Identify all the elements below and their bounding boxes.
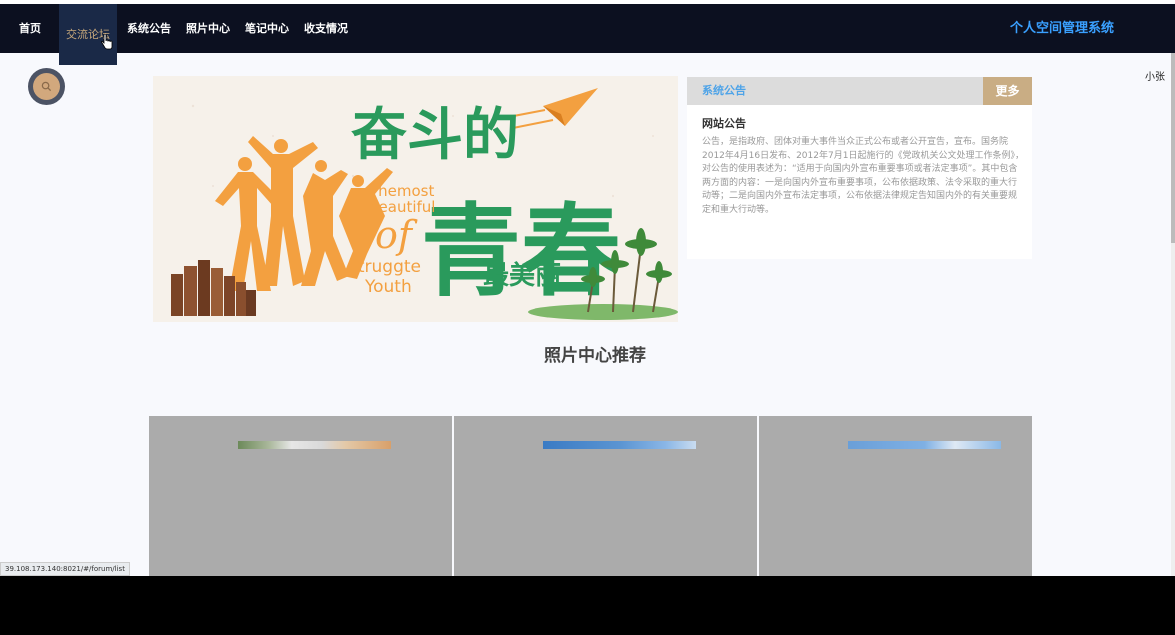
notice-item-title[interactable]: 网站公告 (702, 115, 746, 131)
notice-more-button[interactable]: 更多 (983, 77, 1032, 105)
photo-thumbnail-3 (848, 441, 1001, 449)
black-letterbox (0, 576, 1175, 635)
banner-english-of: of (375, 213, 418, 257)
photo-card-3[interactable] (759, 416, 1032, 576)
notice-header: 系统公告 更多 (687, 77, 1032, 105)
user-name[interactable]: 小张 (1145, 68, 1165, 83)
nav-announcements[interactable]: 系统公告 (127, 4, 171, 53)
banner-english-4: Youth (364, 277, 412, 297)
notice-panel: 系统公告 更多 网站公告 公告，是指政府、团体对重大事件当众正式公布或者公开宣告… (687, 77, 1032, 259)
scrollbar-thumb[interactable] (1171, 53, 1175, 243)
page-viewport: 首页 交流论坛 系统公告 照片中心 笔记中心 收支情况 个人空间管理系统 小张 (0, 0, 1175, 576)
photo-card-1[interactable] (149, 416, 452, 576)
photo-thumbnail-2 (543, 441, 696, 449)
banner-carousel[interactable]: 奋斗的 青春 最美丽 Themost beautiful of struggte… (153, 76, 678, 322)
notice-header-title: 系统公告 (702, 84, 746, 97)
search-icon (41, 81, 52, 92)
banner-image: 奋斗的 青春 最美丽 Themost beautiful of struggte… (153, 76, 678, 322)
nav-photos[interactable]: 照片中心 (186, 4, 230, 53)
nav-finance[interactable]: 收支情况 (304, 4, 348, 53)
notice-item-body: 公告，是指政府、团体对重大事件当众正式公布或者公开宣告，宣布。国务院2012年4… (702, 137, 1024, 215)
hand-pointer-icon (101, 34, 113, 50)
banner-english-3: struggte (349, 257, 421, 277)
vertical-scrollbar[interactable] (1171, 53, 1175, 576)
brand-title: 个人空间管理系统 (1009, 21, 1114, 36)
nav-notes[interactable]: 笔记中心 (245, 4, 289, 53)
photo-section-title: 照片中心推荐 (544, 346, 646, 366)
photo-card-2[interactable] (454, 416, 757, 576)
banner-headline-top: 奋斗的 (351, 103, 519, 168)
photo-thumbnail-1 (238, 441, 391, 449)
status-url: 39.108.173.140:8021/#/forum/list (0, 562, 130, 576)
nav-home[interactable]: 首页 (19, 4, 41, 53)
banner-headline-bottom: 最美丽 (483, 260, 561, 291)
main-navbar: 首页 交流论坛 系统公告 照片中心 笔记中心 收支情况 个人空间管理系统 (0, 4, 1175, 65)
search-button[interactable] (28, 68, 65, 105)
